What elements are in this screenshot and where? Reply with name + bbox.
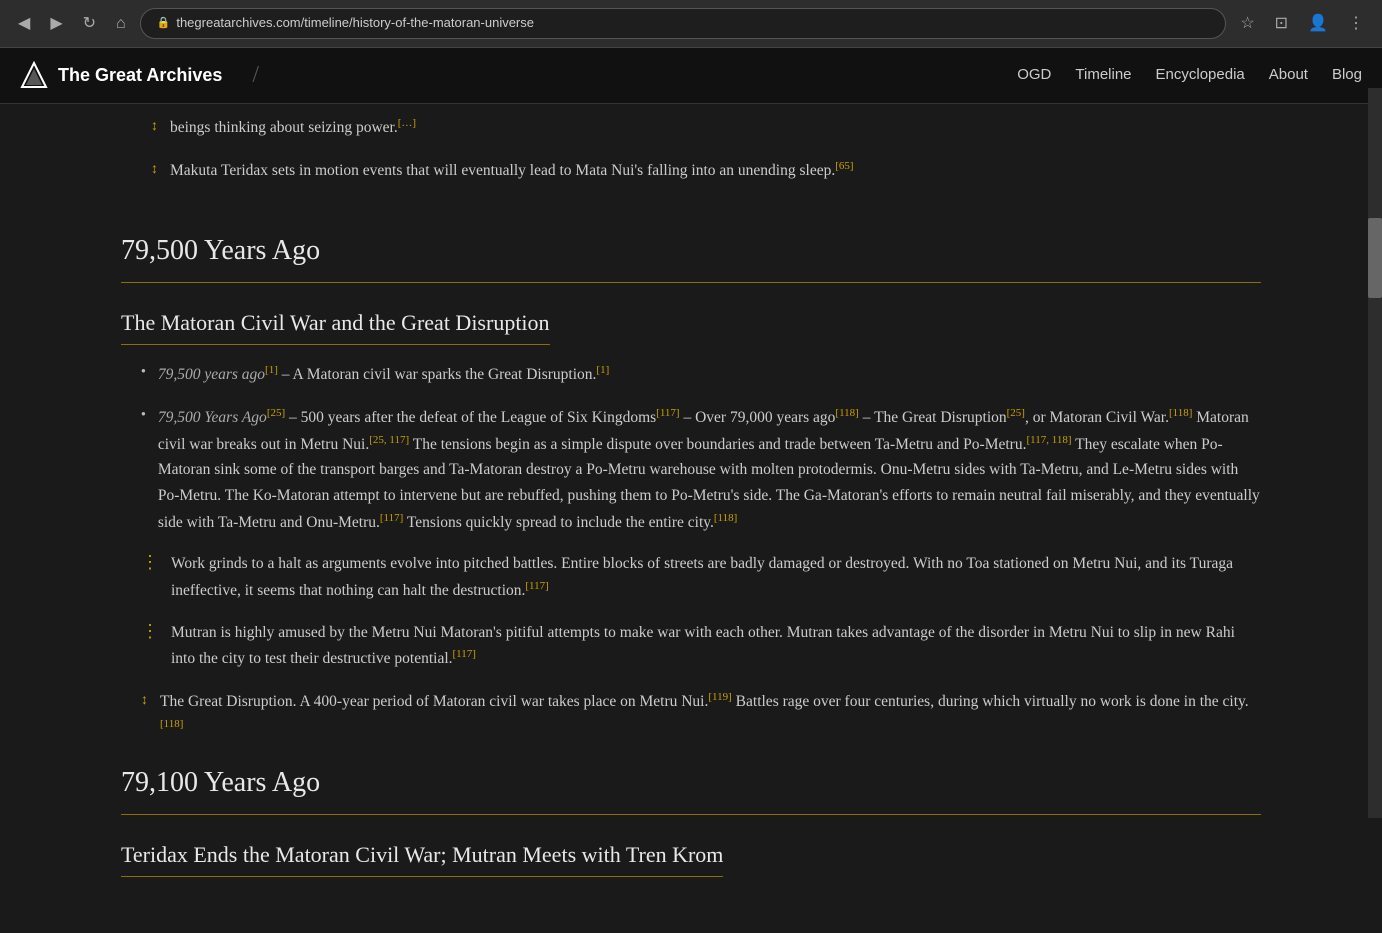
scroll-hint-section: ↕ beings thinking about seizing power.[…… xyxy=(121,104,1261,209)
home-button[interactable]: ⌂ xyxy=(110,9,132,39)
header-divider: / xyxy=(252,56,259,94)
ref-118d: [118] xyxy=(714,512,737,524)
bullet-item-3: ⋮ Work grinds to a halt as arguments evo… xyxy=(131,551,1261,603)
main-content: ↕ beings thinking about seizing power.[…… xyxy=(101,104,1281,933)
section-content-79500: ● 79,500 years ago[1] – A Matoran civil … xyxy=(131,361,1261,741)
bullet-text-1: 79,500 years ago[1] – A Matoran civil wa… xyxy=(158,361,609,388)
ref-118b: [118] xyxy=(1169,407,1192,419)
ref-117a: [117] xyxy=(656,407,679,419)
refresh-button[interactable]: ↻ xyxy=(77,9,102,39)
section-heading-teridax: Teridax Ends the Matoran Civil War; Mutr… xyxy=(121,837,723,877)
star-button[interactable]: ☆ xyxy=(1234,9,1260,39)
bullet-list-79500: ● 79,500 years ago[1] – A Matoran civil … xyxy=(131,361,1261,741)
ref-scroll-1: […] xyxy=(398,117,416,129)
url-text: thegreatarchives.com/timeline/history-of… xyxy=(176,13,534,34)
ref-117d: [117] xyxy=(380,512,403,524)
bullet-vertical-3: ⋮ xyxy=(141,553,159,571)
italic-prefix-2: 79,500 Years Ago xyxy=(158,409,267,426)
ref-25b: [25] xyxy=(1007,407,1025,419)
year-heading-79500: 79,500 Years Ago xyxy=(121,229,1261,283)
scroll-hint-item-2: ↕ Makuta Teridax sets in motion events t… xyxy=(141,157,1261,184)
bullet-item-4: ⋮ Mutran is highly amused by the Metru N… xyxy=(131,620,1261,672)
logo-icon xyxy=(20,61,48,89)
bullet-item-1: ● 79,500 years ago[1] – A Matoran civil … xyxy=(131,361,1261,388)
bullet-dot-1: ● xyxy=(141,365,146,378)
nav-blog[interactable]: Blog xyxy=(1332,63,1362,87)
section-heading-civil-war: The Matoran Civil War and the Great Disr… xyxy=(121,305,550,345)
nav-about[interactable]: About xyxy=(1269,63,1308,87)
bullet-item-5: ↕ The Great Disruption. A 400-year perio… xyxy=(131,688,1261,741)
forward-button[interactable]: ▶ xyxy=(44,9,68,39)
ref-119: [119] xyxy=(708,691,731,703)
ref-118c: 118] xyxy=(1049,434,1072,446)
year-heading-79100: 79,100 Years Ago xyxy=(121,761,1261,815)
browser-chrome: ◀ ▶ ↻ ⌂ 🔒 thegreatarchives.com/timeline/… xyxy=(0,0,1382,48)
bullet-item-2: ● 79,500 Years Ago[25] – 500 years after… xyxy=(131,404,1261,535)
bullet-dot-2: ● xyxy=(141,408,146,421)
bullet-text-3: Work grinds to a halt as arguments evolv… xyxy=(171,551,1261,603)
scroll-thumb[interactable] xyxy=(1368,218,1382,298)
ref-25c: [25, xyxy=(369,434,386,446)
nav-ogd[interactable]: OGD xyxy=(1017,63,1051,87)
ref-117e: [117] xyxy=(525,580,548,592)
ref-1b: [1] xyxy=(596,364,609,376)
ref-117b: 117] xyxy=(387,434,410,446)
site-name: The Great Archives xyxy=(58,61,222,90)
profile-button[interactable]: 👤 xyxy=(1302,9,1334,39)
scroll-hint-text-1: beings thinking about seizing power.[…] xyxy=(170,114,416,141)
url-bar[interactable]: 🔒 thegreatarchives.com/timeline/history-… xyxy=(140,8,1227,39)
site-nav: OGD Timeline Encyclopedia About Blog xyxy=(1017,63,1362,87)
ref-118a: [118] xyxy=(835,407,858,419)
italic-prefix-1: 79,500 years ago xyxy=(158,366,265,383)
bullet-text-2: 79,500 Years Ago[25] – 500 years after t… xyxy=(158,404,1261,535)
ref-1a: [1] xyxy=(265,364,278,376)
ref-117f: [117] xyxy=(453,648,476,660)
bullet-text-4: Mutran is highly amused by the Metru Nui… xyxy=(171,620,1261,672)
ref-117c: [117, xyxy=(1026,434,1049,446)
ref-65: [65] xyxy=(835,160,853,172)
site-header: The Great Archives / OGD Timeline Encycl… xyxy=(0,48,1382,104)
scroll-hint-text-2: Makuta Teridax sets in motion events tha… xyxy=(170,157,854,184)
nav-encyclopedia[interactable]: Encyclopedia xyxy=(1156,63,1245,87)
bullet-arrow-5: ↕ xyxy=(141,690,148,712)
back-button[interactable]: ◀ xyxy=(12,9,36,39)
nav-timeline[interactable]: Timeline xyxy=(1075,63,1131,87)
bullet-vertical-4: ⋮ xyxy=(141,622,159,640)
bullet-text-5: The Great Disruption. A 400-year period … xyxy=(160,688,1261,741)
bullet-arrow-2: ↕ xyxy=(151,159,158,181)
ref-25a: [25] xyxy=(267,407,285,419)
scroll-hint-item-1: ↕ beings thinking about seizing power.[…… xyxy=(141,114,1261,141)
ref-118e: [118] xyxy=(160,718,183,730)
bullet-arrow-1: ↕ xyxy=(151,116,158,138)
cast-button[interactable]: ⊡ xyxy=(1269,9,1294,39)
site-logo: The Great Archives xyxy=(20,61,222,90)
more-button[interactable]: ⋮ xyxy=(1342,9,1370,39)
scrollbar[interactable] xyxy=(1368,88,1382,818)
lock-icon: 🔒 xyxy=(157,15,171,33)
